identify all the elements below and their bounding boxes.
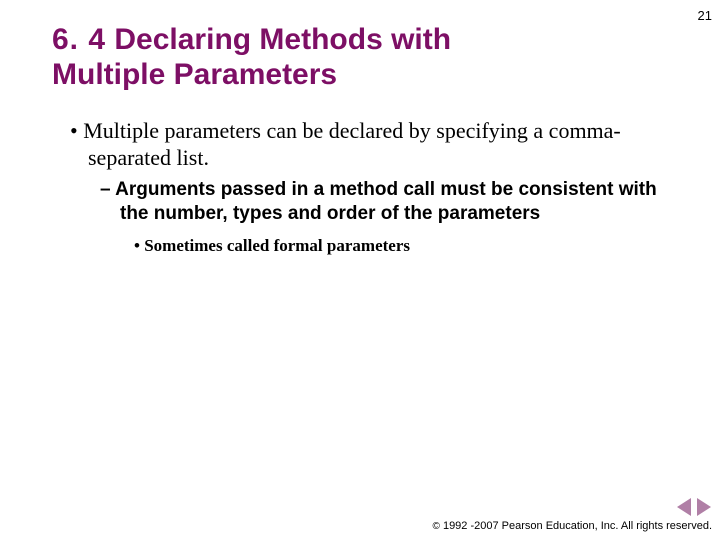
next-arrow-icon[interactable] xyxy=(697,498,711,516)
section-number: 6. 4 xyxy=(52,23,106,56)
bullet-level-3: Sometimes called formal parameters xyxy=(134,235,674,257)
bullet-level-2: Arguments passed in a method call must b… xyxy=(100,178,660,226)
slide-title: 6. 4 Declaring Methods with Multiple Par… xyxy=(0,0,520,93)
copyright-symbol: © xyxy=(433,521,440,532)
prev-arrow-icon[interactable] xyxy=(677,498,691,516)
title-text: Declaring Methods with Multiple Paramete… xyxy=(52,23,451,91)
slide-footer: © 1992 -2007 Pearson Education, Inc. All… xyxy=(433,498,712,532)
bullet-level-1: Multiple parameters can be declared by s… xyxy=(70,117,630,172)
copyright-text: 1992 -2007 Pearson Education, Inc. All r… xyxy=(440,520,712,532)
slide-content: Multiple parameters can be declared by s… xyxy=(0,93,720,258)
copyright-line: © 1992 -2007 Pearson Education, Inc. All… xyxy=(433,520,712,532)
page-number: 21 xyxy=(698,8,712,23)
nav-controls xyxy=(433,498,712,516)
